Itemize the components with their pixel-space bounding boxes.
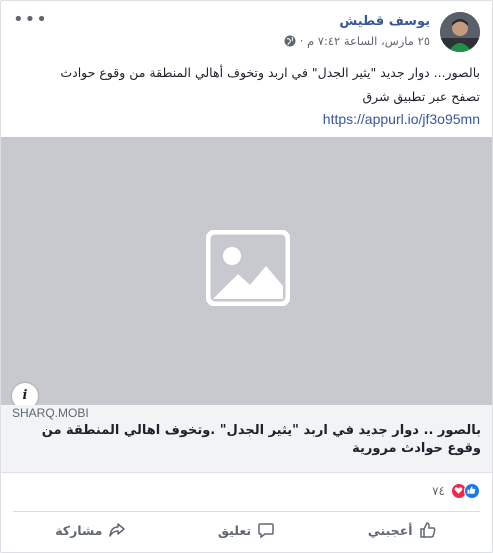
post-text-line1: بالصور... دوار جديد "يثير الجدل" في اربد… — [60, 65, 480, 80]
author-name[interactable]: يوسف قطيش — [339, 14, 430, 29]
avatar[interactable] — [440, 12, 480, 52]
comment-icon — [258, 523, 274, 539]
post-text: بالصور... دوار جديد "يثير الجدل" في اربد… — [13, 62, 480, 130]
link-preview-meta[interactable]: SHARQ.MOBI بالصور .. دوار جديد في اربد "… — [1, 405, 492, 473]
comment-button[interactable]: تعليق — [169, 514, 325, 546]
thumbs-up-icon — [419, 522, 435, 538]
like-label: أعجبني — [367, 522, 413, 538]
post-link[interactable]: https://appurl.io/jf3o95mn — [13, 108, 480, 130]
reactions-summary[interactable]: ٧٤ — [13, 480, 480, 502]
more-options-button[interactable]: ••• — [13, 11, 48, 29]
link-domain: SHARQ.MOBI — [12, 406, 89, 420]
post-card: يوسف قطيش ٢٥ مارس، الساعة ٧:٤٢ م · ••• ب… — [0, 0, 493, 553]
share-label: مشاركة — [55, 522, 103, 538]
image-placeholder-icon — [206, 230, 290, 306]
link-title[interactable]: بالصور .. دوار جديد في اربد "يثير الجدل"… — [12, 422, 481, 458]
reaction-icons — [451, 483, 480, 499]
divider — [13, 511, 480, 512]
comment-label: تعليق — [217, 522, 252, 538]
post-meta: ٢٥ مارس، الساعة ٧:٤٢ م · — [284, 34, 430, 48]
globe-icon[interactable] — [284, 35, 296, 47]
like-button[interactable]: أعجبني — [324, 514, 480, 546]
like-reaction-icon — [464, 483, 480, 499]
post-timestamp[interactable]: ٢٥ مارس، الساعة ٧:٤٢ م · — [300, 34, 430, 48]
post-text-line2: تصفح عبر تطبيق شرق — [362, 89, 480, 104]
reaction-count[interactable]: ٧٤ — [432, 484, 445, 498]
share-icon — [109, 523, 126, 537]
link-preview-image[interactable]: i — [1, 137, 492, 409]
action-bar: أعجبني تعليق مشاركة — [13, 514, 480, 546]
share-button[interactable]: مشاركة — [13, 514, 169, 546]
post-header: يوسف قطيش ٢٥ مارس، الساعة ٧:٤٢ م · ••• — [13, 11, 480, 52]
